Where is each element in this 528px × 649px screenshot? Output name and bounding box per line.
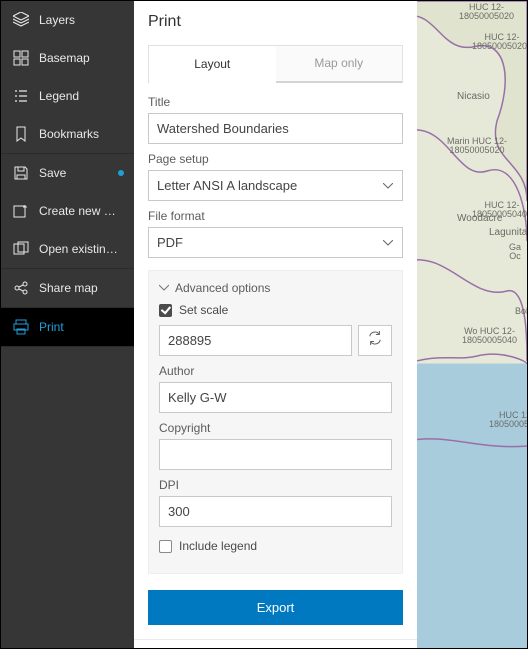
sidebar-item-layers[interactable]: Layers bbox=[1, 1, 134, 39]
layers-icon bbox=[13, 12, 29, 28]
file-format-select[interactable] bbox=[148, 227, 403, 258]
print-panel: Print Layout Map only Title Page setup F… bbox=[134, 1, 417, 648]
set-scale-checkbox[interactable] bbox=[159, 304, 172, 317]
advanced-options-label: Advanced options bbox=[175, 281, 270, 295]
bookmark-icon bbox=[13, 126, 29, 142]
page-setup-select[interactable] bbox=[148, 170, 403, 201]
author-input[interactable] bbox=[159, 382, 392, 413]
map-canvas[interactable]: HUC 12-18050005020 HUC 12-180500050201 Mar… bbox=[417, 1, 527, 648]
sidebar-item-share-map[interactable]: Share map bbox=[1, 269, 134, 307]
save-icon bbox=[13, 165, 29, 181]
sidebar-item-save[interactable]: Save bbox=[1, 154, 134, 192]
map-huc-label: HUC 12-180500050201 bbox=[472, 33, 527, 52]
sidebar: Layers Basemap Legend Bookmarks Save bbox=[1, 1, 134, 648]
basemap-icon bbox=[13, 50, 29, 66]
map-huc-label: HUC 12-18050005020 bbox=[459, 3, 514, 22]
open-map-icon bbox=[13, 241, 29, 257]
sidebar-item-label: Open existing map bbox=[39, 242, 122, 256]
advanced-options-toggle[interactable]: Advanced options bbox=[159, 281, 392, 295]
sidebar-item-label: Share map bbox=[39, 281, 98, 295]
sidebar-item-create-new-map[interactable]: Create new map bbox=[1, 192, 134, 230]
page-setup-label: Page setup bbox=[148, 152, 403, 166]
set-scale-label: Set scale bbox=[179, 303, 228, 317]
print-tabs: Layout Map only bbox=[148, 45, 403, 83]
exported-files-section: Exported files Your exported files will … bbox=[134, 639, 417, 648]
scale-input[interactable] bbox=[159, 325, 352, 356]
sidebar-item-label: Basemap bbox=[39, 51, 90, 65]
sidebar-item-open-existing-map[interactable]: Open existing map bbox=[1, 230, 134, 268]
sidebar-item-label: Create new map bbox=[39, 204, 122, 218]
map-place-label: Lagunitas bbox=[489, 227, 527, 238]
map-huc-label: HUC 12-18050005010 bbox=[489, 411, 527, 430]
map-huc-label: GaOc bbox=[509, 243, 521, 262]
copyright-input[interactable] bbox=[159, 439, 392, 470]
dpi-label: DPI bbox=[159, 478, 392, 492]
share-icon bbox=[13, 280, 29, 296]
panel-title: Print bbox=[134, 1, 417, 39]
map-huc-label: Marin HUC 12-18050005020 bbox=[447, 137, 507, 156]
tab-layout[interactable]: Layout bbox=[149, 47, 276, 83]
sidebar-item-print[interactable]: Print bbox=[1, 308, 134, 346]
map-place-label: Nicasio bbox=[457, 91, 490, 102]
include-legend-checkbox[interactable] bbox=[159, 540, 172, 553]
print-icon bbox=[13, 319, 29, 335]
sidebar-item-label: Bookmarks bbox=[39, 127, 99, 141]
new-map-icon bbox=[13, 203, 29, 219]
sidebar-item-label: Legend bbox=[39, 89, 79, 103]
sidebar-item-bookmarks[interactable]: Bookmarks bbox=[1, 115, 134, 153]
export-button[interactable]: Export bbox=[148, 590, 403, 625]
advanced-options-box: Advanced options Set scale Author Copyri… bbox=[148, 270, 403, 574]
sidebar-item-basemap[interactable]: Basemap bbox=[1, 39, 134, 77]
sidebar-item-label: Print bbox=[39, 320, 64, 334]
scale-refresh-button[interactable] bbox=[358, 325, 392, 356]
map-place-label: Woodacre bbox=[457, 213, 502, 224]
refresh-icon bbox=[368, 331, 382, 350]
dpi-input[interactable] bbox=[159, 496, 392, 527]
title-input[interactable] bbox=[148, 113, 403, 144]
sidebar-item-legend[interactable]: Legend bbox=[1, 77, 134, 115]
tab-map-only[interactable]: Map only bbox=[276, 46, 403, 82]
chevron-down-icon bbox=[159, 281, 169, 295]
sidebar-item-label: Layers bbox=[39, 13, 75, 27]
title-label: Title bbox=[148, 95, 403, 109]
sidebar-item-label: Save bbox=[39, 166, 66, 180]
map-huc-label: Wo HUC 12-18050005040 bbox=[462, 327, 517, 346]
unsaved-dot-icon bbox=[118, 170, 124, 176]
map-huc-label: Bol bbox=[515, 307, 527, 316]
legend-icon bbox=[13, 88, 29, 104]
file-format-label: File format bbox=[148, 209, 403, 223]
copyright-label: Copyright bbox=[159, 421, 392, 435]
include-legend-label: Include legend bbox=[179, 539, 257, 553]
author-label: Author bbox=[159, 364, 392, 378]
